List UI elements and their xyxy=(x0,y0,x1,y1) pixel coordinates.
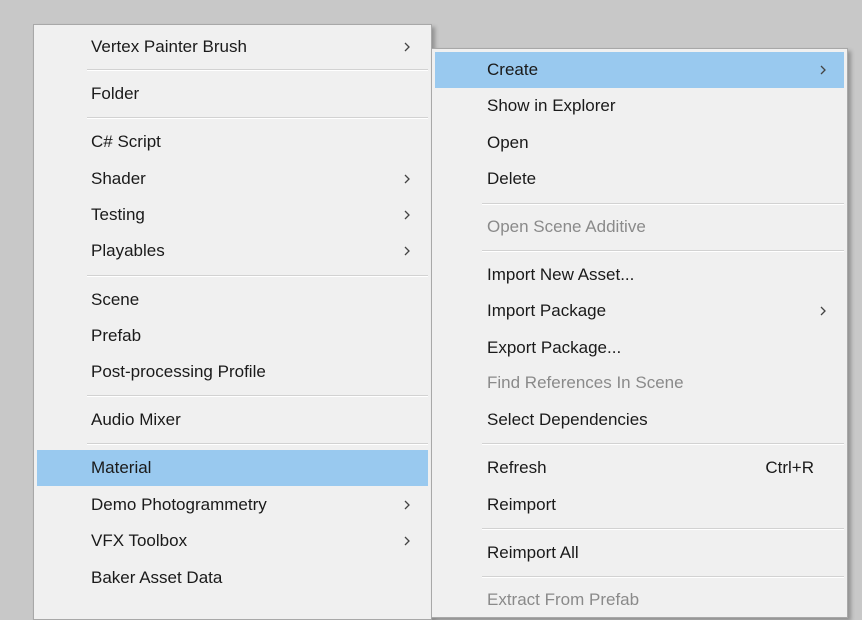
menu-item-reimport[interactable]: Reimport xyxy=(435,489,844,521)
chevron-right-icon xyxy=(402,535,412,547)
menu-item-extract-from-prefab: Extract From Prefab xyxy=(435,584,844,616)
menu-item-export-package[interactable]: Export Package... xyxy=(435,332,844,364)
menu-separator xyxy=(482,528,844,530)
menu-item-import-package[interactable]: Import Package xyxy=(435,295,844,327)
menu-item-baker-asset-data[interactable]: Baker Asset Data xyxy=(37,562,428,594)
menu-separator xyxy=(482,250,844,252)
menu-item-select-dependencies[interactable]: Select Dependencies xyxy=(435,404,844,436)
menu-item-scene[interactable]: Scene xyxy=(37,284,428,316)
menu-item-label: Find References In Scene xyxy=(487,373,684,392)
menu-item-material[interactable]: Material xyxy=(37,450,428,486)
menu-item-audio-mixer[interactable]: Audio Mixer xyxy=(37,404,428,436)
menu-separator xyxy=(87,443,428,445)
menu-item-label: Export Package... xyxy=(487,338,622,357)
menu-item-label: Import New Asset... xyxy=(487,265,635,284)
menu-item-open-scene-additive: Open Scene Additive xyxy=(435,211,844,243)
chevron-right-icon xyxy=(818,64,828,76)
menu-item-label: Audio Mixer xyxy=(91,410,181,429)
menu-item-testing[interactable]: Testing xyxy=(37,199,428,231)
menu-separator xyxy=(87,395,428,397)
menu-item-csharp-script[interactable]: C# Script xyxy=(37,126,428,158)
menu-item-playables[interactable]: Playables xyxy=(37,235,428,267)
menu-item-label: Create xyxy=(487,60,539,79)
menu-item-label: VFX Toolbox xyxy=(91,531,188,550)
menu-separator xyxy=(87,117,428,119)
menu-item-label: Show in Explorer xyxy=(487,96,616,115)
menu-separator xyxy=(482,443,844,445)
menu-item-find-references-in-scene: Find References In Scene xyxy=(435,367,844,399)
chevron-right-icon xyxy=(402,245,412,257)
menu-item-label: Playables xyxy=(91,241,165,260)
asset-create-submenu: Vertex Painter Brush Folder C# Script Sh… xyxy=(33,24,432,620)
menu-item-vertex-painter-brush[interactable]: Vertex Painter Brush xyxy=(37,31,428,63)
menu-item-label: Delete xyxy=(487,169,537,188)
menu-item-prefab[interactable]: Prefab xyxy=(37,320,428,352)
chevron-right-icon xyxy=(402,173,412,185)
menu-separator xyxy=(482,203,844,205)
menu-item-label: Extract From Prefab xyxy=(487,590,640,609)
menu-item-label: Vertex Painter Brush xyxy=(91,37,247,56)
menu-separator xyxy=(87,275,428,277)
menu-item-label: Reimport All xyxy=(487,543,579,562)
menu-item-label: Demo Photogrammetry xyxy=(91,495,267,514)
menu-item-folder[interactable]: Folder xyxy=(37,78,428,110)
menu-item-label: Material xyxy=(91,458,152,477)
chevron-right-icon xyxy=(402,499,412,511)
menu-item-demo-photogrammetry[interactable]: Demo Photogrammetry xyxy=(37,489,428,521)
menu-item-label: Select Dependencies xyxy=(487,410,648,429)
menu-item-label: Import Package xyxy=(487,301,607,320)
menu-item-label: Scene xyxy=(91,290,140,309)
menu-separator xyxy=(482,576,844,578)
menu-item-label: Reimport xyxy=(487,495,556,514)
menu-item-label: Baker Asset Data xyxy=(91,568,223,587)
menu-item-label: Open xyxy=(487,133,529,152)
menu-item-import-new-asset[interactable]: Import New Asset... xyxy=(435,259,844,291)
menu-item-label: Folder xyxy=(91,84,140,103)
menu-item-open[interactable]: Open xyxy=(435,127,844,159)
chevron-right-icon xyxy=(818,305,828,317)
menu-item-delete[interactable]: Delete xyxy=(435,163,844,195)
menu-item-label: Open Scene Additive xyxy=(487,217,646,236)
menu-item-label: Testing xyxy=(91,205,145,224)
menu-item-create[interactable]: Create xyxy=(435,52,844,88)
shortcut-label: Ctrl+R xyxy=(765,458,814,477)
menu-item-label: Post-processing Profile xyxy=(91,362,266,381)
menu-item-refresh[interactable]: Refresh Ctrl+R xyxy=(435,452,844,484)
menu-item-reimport-all[interactable]: Reimport All xyxy=(435,537,844,569)
menu-item-label: Prefab xyxy=(91,326,142,345)
menu-separator xyxy=(87,69,428,71)
menu-item-shader[interactable]: Shader xyxy=(37,163,428,195)
menu-item-label: C# Script xyxy=(91,132,161,151)
menu-item-vfx-toolbox[interactable]: VFX Toolbox xyxy=(37,525,428,557)
chevron-right-icon xyxy=(402,209,412,221)
chevron-right-icon xyxy=(402,41,412,53)
menu-item-post-processing-profile[interactable]: Post-processing Profile xyxy=(37,356,428,388)
menu-item-show-in-explorer[interactable]: Show in Explorer xyxy=(435,90,844,122)
asset-context-menu: Create Show in Explorer Open Delete Open… xyxy=(431,48,848,618)
menu-item-label: Shader xyxy=(91,169,146,188)
menu-item-label: Refresh xyxy=(487,458,547,477)
